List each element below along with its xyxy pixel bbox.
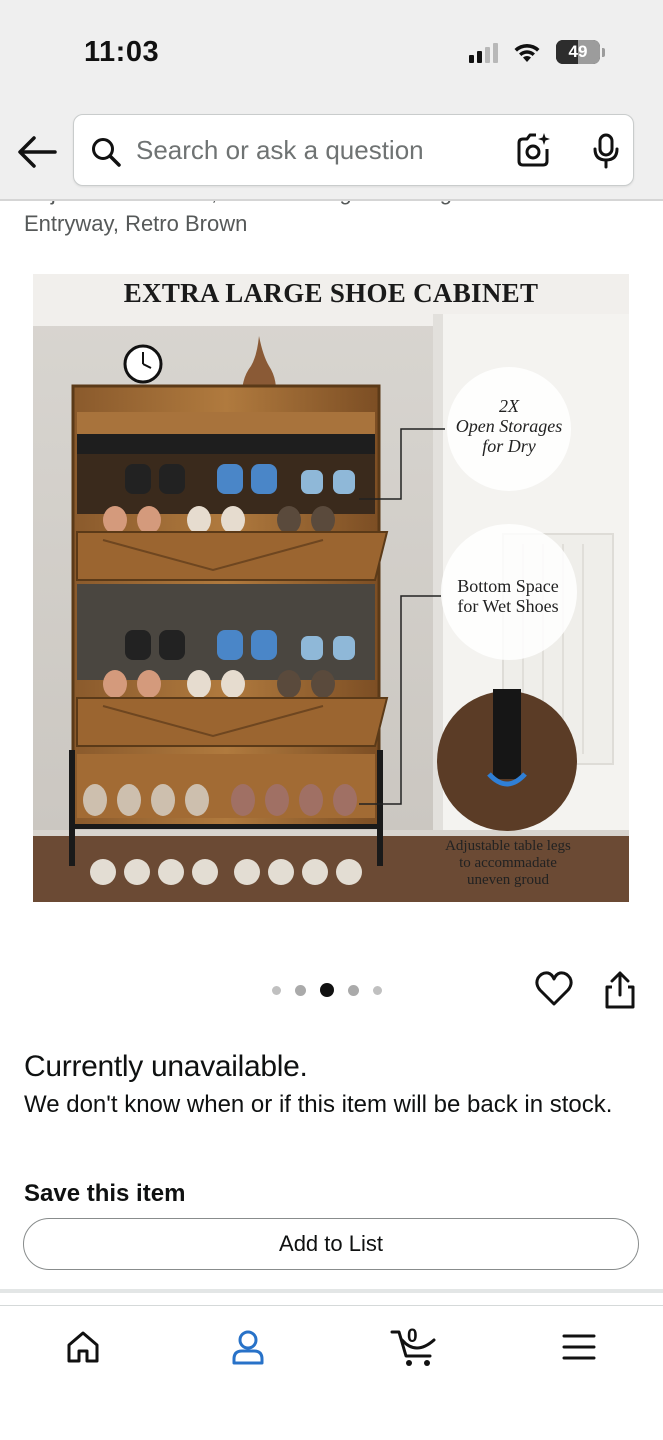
availability-status: Currently unavailable. (24, 1050, 308, 1083)
nav-home[interactable] (53, 1322, 113, 1372)
battery-indicator: 49 (556, 40, 600, 64)
mic-icon[interactable] (591, 133, 621, 169)
product-title: Adjustable Shelves, Freestanding Shoe Or… (24, 201, 544, 236)
nav-menu[interactable] (549, 1322, 609, 1372)
add-to-list-button[interactable]: Add to List (23, 1218, 639, 1270)
carousel-dot[interactable] (272, 985, 281, 995)
heart-icon[interactable] (534, 970, 574, 1008)
carousel-dots[interactable] (272, 983, 382, 997)
account-icon (232, 1330, 264, 1365)
menu-icon (562, 1334, 596, 1360)
carousel-dot-active[interactable] (320, 983, 334, 997)
callout-open-storage: 2X Open Storages for Dry (455, 396, 563, 456)
search-input[interactable]: Search or ask a question (136, 135, 424, 166)
status-icons: 49 (469, 40, 605, 64)
home-icon (67, 1331, 99, 1363)
camera-icon[interactable] (515, 131, 553, 169)
carousel-dot[interactable] (348, 984, 359, 996)
nav-account[interactable] (218, 1322, 278, 1372)
save-item-heading: Save this item (24, 1180, 186, 1207)
cart-count: 0 (407, 1326, 418, 1347)
bottom-navigation: 0 (0, 1305, 663, 1440)
nav-cart[interactable]: 0 (383, 1322, 447, 1372)
product-image[interactable]: EXTRA LARGE SHOE CABINET 2X Open Storage… (33, 274, 629, 902)
status-time: 11:03 (84, 36, 160, 68)
product-title-container: Adjustable Shelves, Freestanding Shoe Or… (24, 201, 644, 245)
search-icon (92, 138, 121, 167)
callout-bottom-space: Bottom Space for Wet Shoes (457, 576, 559, 616)
carousel-dot[interactable] (373, 985, 382, 995)
section-divider (0, 1289, 663, 1293)
image-headline: EXTRA LARGE SHOE CABINET (123, 278, 539, 308)
search-bar[interactable]: Search or ask a question (73, 114, 634, 186)
availability-description: We don't know when or if this item will … (24, 1091, 613, 1118)
back-arrow-icon (18, 136, 57, 168)
top-bar: 11:03 49 Search or ask a question (0, 0, 663, 200)
back-button[interactable] (14, 130, 60, 174)
share-icon[interactable] (603, 970, 637, 1010)
carousel-dot[interactable] (295, 984, 306, 996)
wifi-icon (514, 43, 540, 62)
cellular-signal-icon (469, 41, 498, 63)
callout-adjustable-legs: Adjustable table legs to accommadate une… (445, 838, 571, 888)
